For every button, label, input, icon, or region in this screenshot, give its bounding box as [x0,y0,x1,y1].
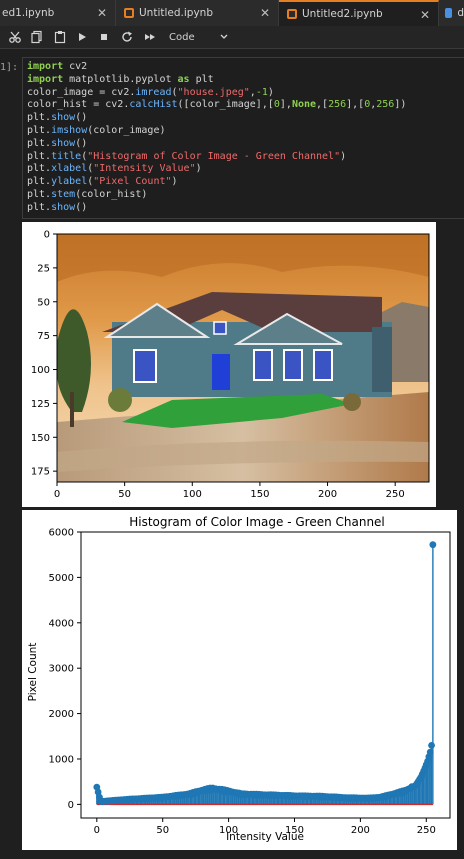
code-line: color_hist = cv2.calcHist([color_image],… [27,99,407,111]
chart-title: Histogram of Color Image - Green Channel [129,515,385,529]
paste-icon[interactable] [53,29,67,45]
tab-label: Untitled.ipynb [139,7,213,19]
x-tick-label: 200 [318,489,337,500]
restart-icon[interactable] [120,29,134,45]
y-tick-label: 1000 [49,754,74,765]
image-output: 0 50 100 150 200 250 0 25 50 75 100 125 150 175 [22,222,436,507]
tab-untitled2[interactable]: Untitled2.ipynb ✕ [279,0,439,26]
y-tick-label: 2000 [49,709,74,720]
tab-label: Untitled2.ipynb [302,8,383,20]
close-icon[interactable]: ✕ [260,6,270,20]
chevron-down-icon [220,34,228,39]
y-tick-label: 0 [68,800,74,811]
code-cell[interactable]: import cv2 import matplotlib.pyplot as p… [22,57,464,219]
scissors-icon[interactable] [8,29,22,45]
image-y-ticks: 0 25 50 75 100 125 150 175 [31,230,57,478]
tab-untitled1[interactable]: ed1.ipynb ✕ [0,0,116,26]
y-tick-label: 125 [31,399,50,410]
x-tick-label: 200 [351,825,370,836]
code-line: plt.xlabel("Intensity Value") [27,163,202,175]
code-editor[interactable]: import cv2 import matplotlib.pyplot as p… [27,61,406,215]
code-line: plt.show() [27,201,88,213]
image-x-ticks: 0 50 100 150 200 250 [54,482,405,500]
cell-prompt: 1]: [0,62,19,73]
x-tick-label: 100 [183,489,202,500]
close-icon[interactable]: ✕ [97,6,107,20]
y-tick-label: 3000 [49,664,74,675]
histogram-chart: Histogram of Color Image - Green Channel… [27,515,451,843]
notebook-icon [287,9,297,19]
chart-axes-frame [80,531,451,819]
y-tick-label: 150 [31,433,50,444]
y-tick-label: 0 [44,230,50,241]
histogram-markers [93,541,437,805]
x-tick-label: 250 [417,825,436,836]
code-line: plt.stem(color_hist) [27,188,148,200]
chart-y-label: Pixel Count [27,643,39,702]
code-line: plt.show() [27,137,88,149]
chart-x-label: Intensity Value [226,831,304,843]
y-tick-label: 25 [37,263,50,274]
y-tick-label: 6000 [49,528,74,539]
tab-untitled[interactable]: Untitled.ipynb ✕ [116,0,279,26]
tab-other[interactable]: d [439,0,464,26]
y-tick-label: 5000 [49,573,74,584]
code-line: import cv2 [27,61,88,72]
x-tick-label: 50 [156,825,169,836]
stem-marker [426,748,434,756]
copy-icon[interactable] [30,29,44,45]
notebook-icon [124,8,134,18]
code-line: color_image = cv2.imread("house.jpeg",-1… [27,86,274,98]
y-tick-label: 100 [31,365,50,376]
code-line: import matplotlib.pyplot as plt [27,73,214,85]
y-tick-label: 75 [37,331,50,342]
chart-y-ticks: 0 1000 2000 3000 4000 5000 6000 [49,528,81,811]
house-photo [57,234,429,482]
histogram-stems [96,544,434,806]
x-tick-label: 50 [118,489,131,500]
run-icon[interactable] [76,29,88,45]
y-tick-label: 50 [37,297,50,308]
x-tick-label: 150 [250,489,269,500]
code-line: plt.show() [27,112,88,124]
stop-icon[interactable] [98,29,110,45]
code-line: plt.ylabel("Pixel Count") [27,176,178,188]
y-tick-label: 175 [31,467,50,478]
y-tick-label: 4000 [49,618,74,629]
document-icon [445,8,453,18]
tab-bar: ed1.ipynb ✕ Untitled.ipynb ✕ Untitled2.i… [0,0,464,27]
close-icon[interactable]: ✕ [420,8,430,22]
imshow-plot: 0 50 100 150 200 250 0 25 50 75 100 125 150 175 [31,230,430,500]
x-tick-label: 250 [386,489,405,500]
tab-label: ed1.ipynb [2,7,55,19]
x-tick-label: 0 [54,489,60,500]
code-line: plt.imshow(color_image) [27,124,166,136]
tab-label: d [457,7,464,19]
code-line: plt.title("Histogram of Color Image - Gr… [27,150,347,162]
notebook-toolbar: Code [0,26,464,49]
run-all-icon[interactable] [143,29,157,45]
stem-marker [428,741,435,749]
stem-marker [429,541,437,549]
histogram-output: Histogram of Color Image - Green Channel… [22,510,457,850]
cell-type-select[interactable]: Code [169,29,229,45]
x-tick-label: 0 [94,825,100,836]
cell-type-value: Code [169,31,195,43]
